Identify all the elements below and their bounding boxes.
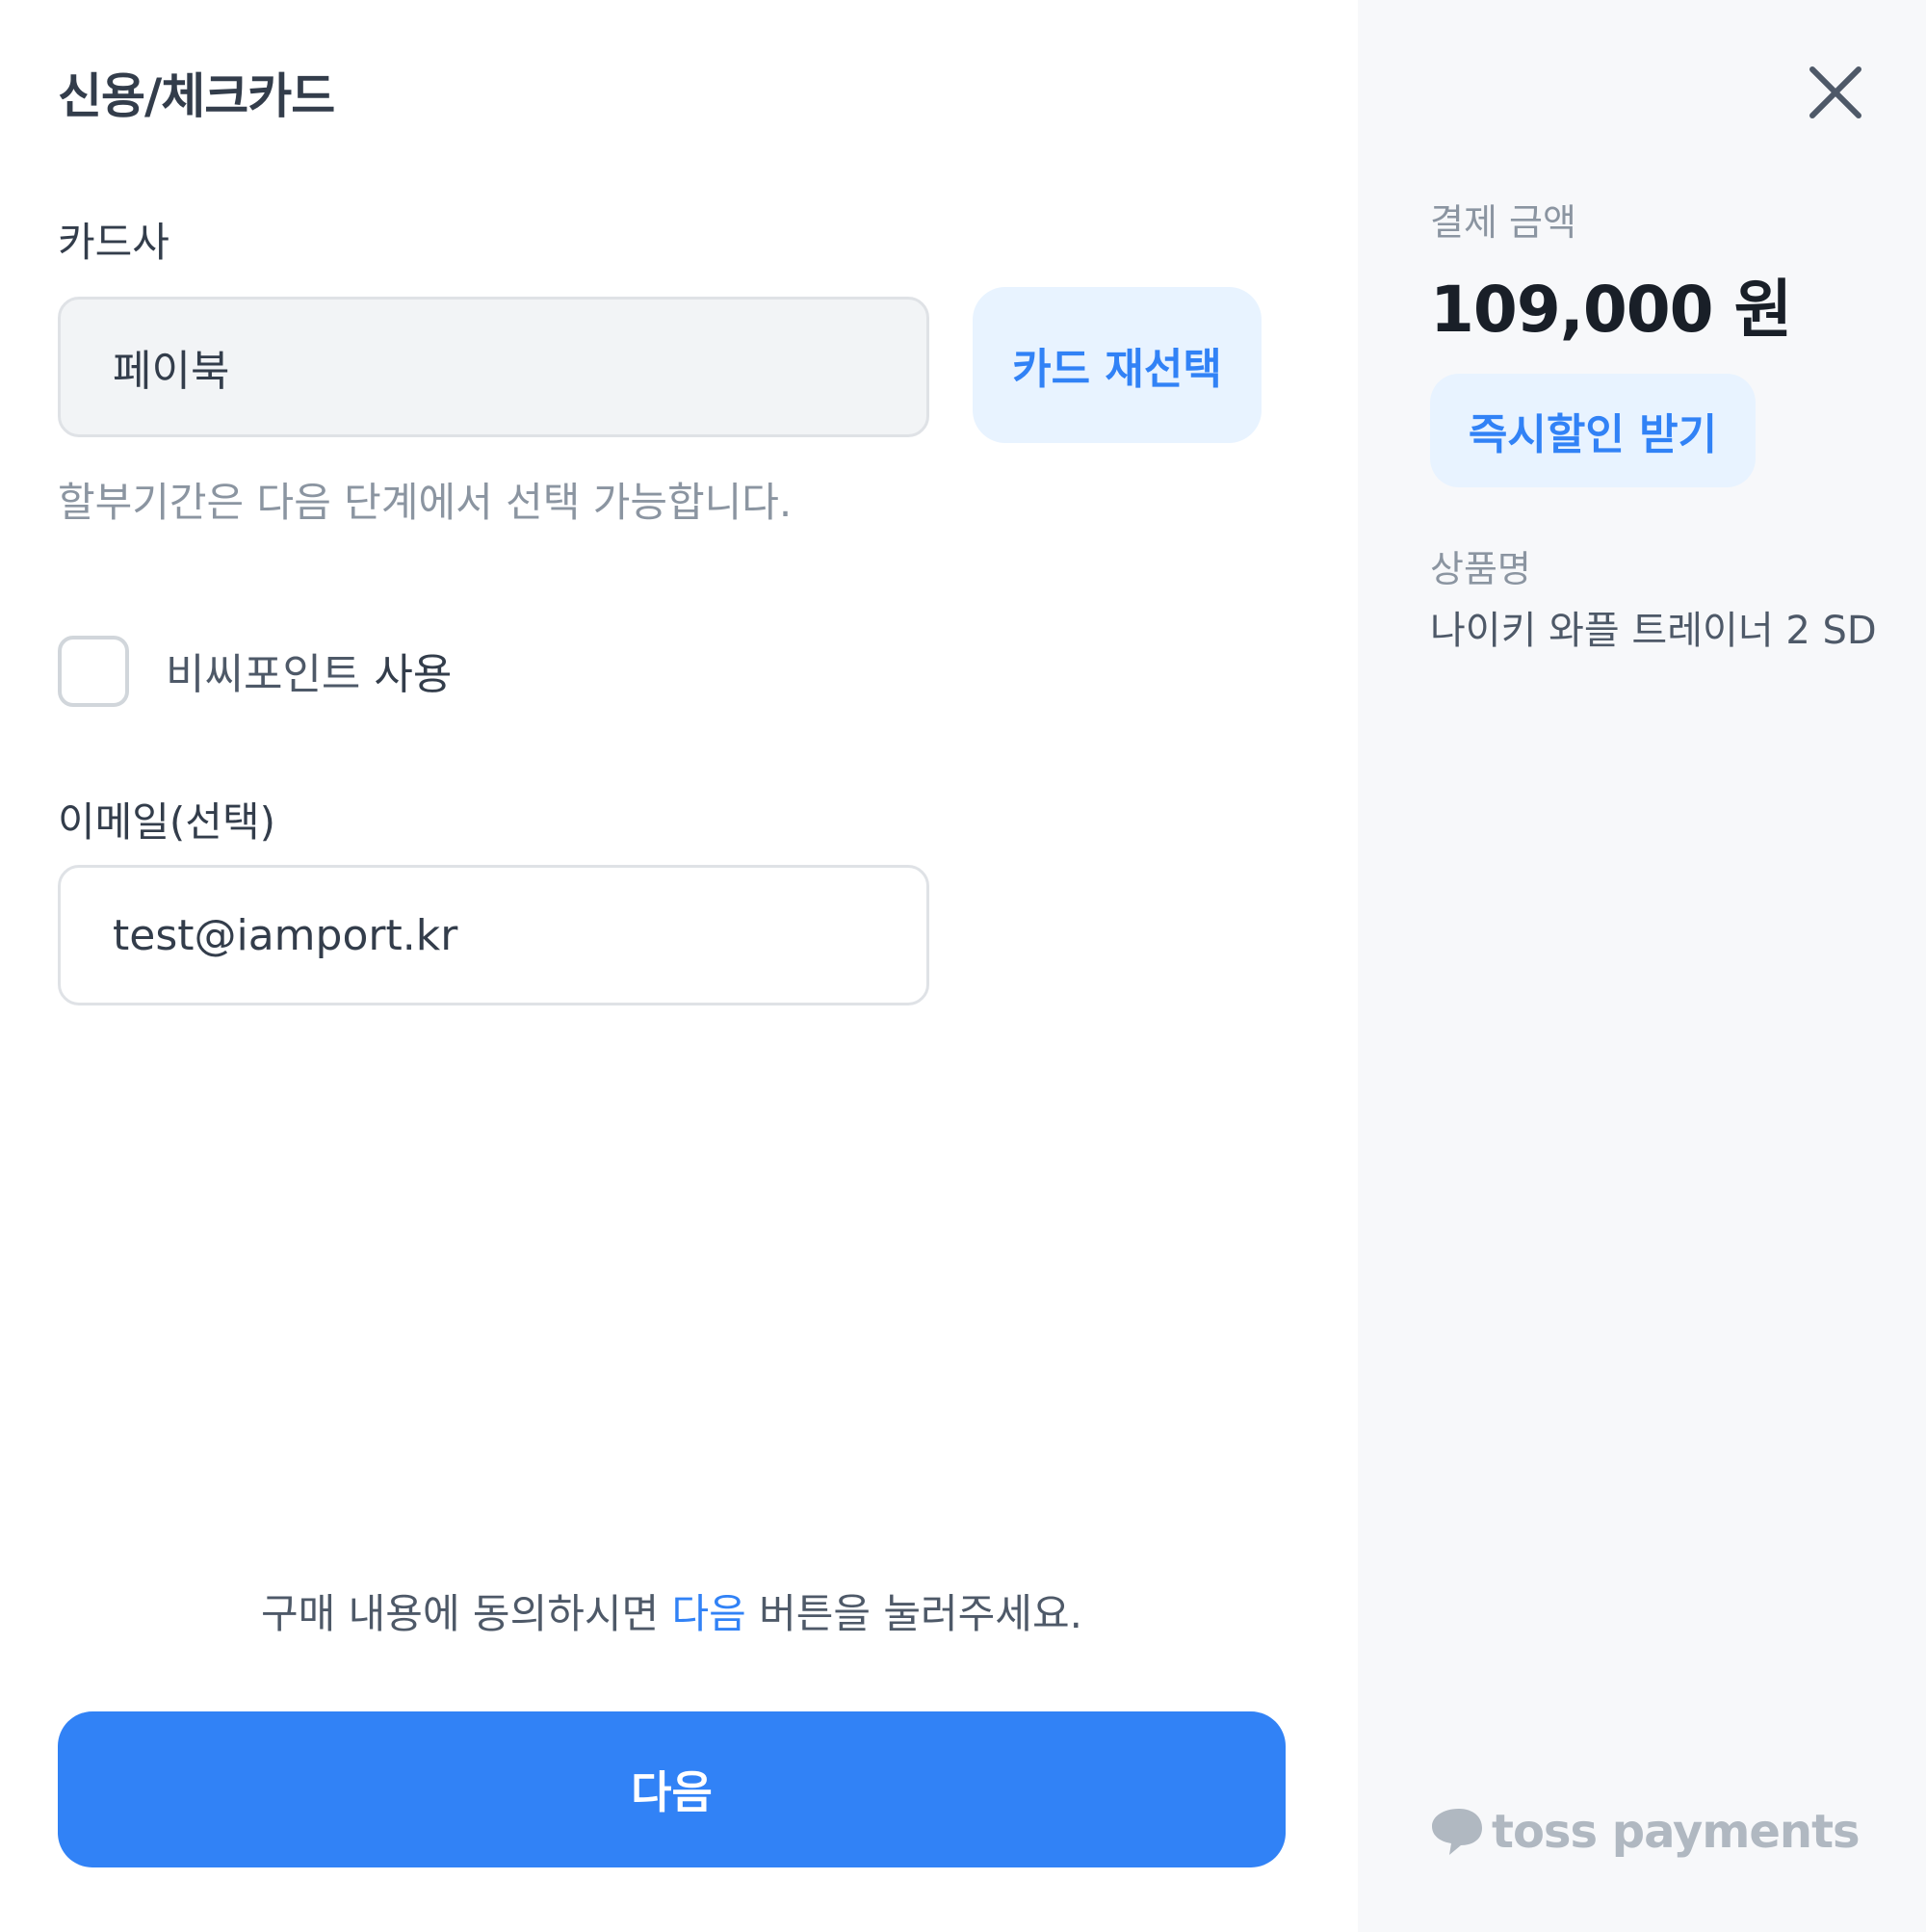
close-icon[interactable] bbox=[1805, 62, 1866, 123]
product-name: 나이키 와플 트레이너 2 SD bbox=[1430, 609, 1877, 653]
amount-label: 결제 금액 bbox=[1430, 201, 1576, 244]
email-field[interactable]: test@iamport.kr bbox=[58, 865, 929, 1005]
agreement-after: 버튼을 눌러주세요. bbox=[745, 1590, 1082, 1637]
product-label: 상품명 bbox=[1430, 548, 1531, 590]
card-company-label: 카드사 bbox=[58, 219, 169, 266]
logo-text: toss payments bbox=[1492, 1805, 1861, 1859]
agreement-text: 구매 내용에 동의하시면 다음 버튼을 눌러주세요. bbox=[0, 1581, 1343, 1640]
toss-logo-icon bbox=[1432, 1809, 1482, 1855]
bc-point-label[interactable]: 비씨포인트 사용 bbox=[166, 640, 452, 701]
bc-point-label-suffix: 사용 bbox=[360, 650, 453, 699]
installment-help-text: 할부기간은 다음 단계에서 선택 가능합니다. bbox=[58, 479, 793, 526]
payment-form-panel: 신용/체크카드 카드사 페이북 카드 재선택 할부기간은 다음 단계에서 선택 … bbox=[0, 0, 1358, 1932]
agreement-link: 다음 bbox=[671, 1590, 746, 1637]
next-button[interactable]: 다음 bbox=[58, 1711, 1286, 1867]
card-reselect-button[interactable]: 카드 재선택 bbox=[973, 287, 1262, 443]
bc-point-label-prefix: 비씨포인트 bbox=[166, 650, 361, 699]
amount-value: 109,000 원 bbox=[1430, 273, 1792, 347]
agreement-before: 구매 내용에 동의하시면 bbox=[261, 1590, 672, 1637]
toss-payments-logo: toss payments bbox=[1430, 1805, 1861, 1859]
email-value: test@iamport.kr bbox=[113, 910, 458, 960]
page-title: 신용/체크카드 bbox=[58, 68, 335, 124]
bc-point-checkbox[interactable] bbox=[58, 636, 129, 707]
card-company-value: 페이북 bbox=[113, 347, 230, 396]
instant-discount-button[interactable]: 즉시할인 받기 bbox=[1430, 374, 1756, 487]
card-company-field: 페이북 bbox=[58, 297, 929, 437]
email-label: 이메일(선택) bbox=[58, 798, 275, 846]
